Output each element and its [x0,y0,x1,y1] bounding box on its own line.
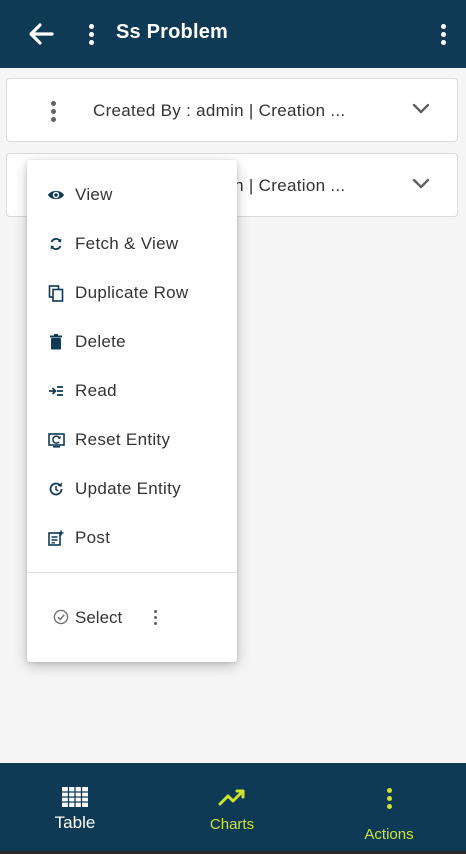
tab-label: Charts [209,816,255,833]
menu-item-delete[interactable]: Delete [27,320,237,364]
menu-item-label: Fetch & View [75,234,179,253]
menu-item-post[interactable]: Post [27,516,237,560]
select-button[interactable]: Select [75,608,122,628]
menu-item-label: Duplicate Row [75,283,189,302]
app-bar: Ss Problem [0,0,466,68]
tab-label: Actions [364,826,414,843]
check-circle-icon[interactable] [53,609,69,625]
menu-item-label: Reset Entity [75,430,171,449]
menu-item-view[interactable]: View [27,173,237,217]
row-context-menu: View Fetch & View Duplicate Row Delete R… [27,160,237,662]
tab-actions[interactable]: Actions [349,763,429,854]
eye-icon [47,186,65,204]
row-summary: Created By : admin | Creation ... [93,101,346,120]
more-vertical-icon[interactable] [436,20,450,48]
page-title: Ss Problem [116,21,229,43]
bottom-nav: Table Charts Actions [0,763,466,854]
menu-item-duplicate-row[interactable]: Duplicate Row [27,271,237,315]
menu-item-label: View [75,185,113,204]
more-vertical-icon [384,785,394,811]
menu-item-label: Update Entity [75,479,181,498]
tab-charts[interactable]: Charts [192,763,272,854]
read-icon [47,382,65,400]
tab-label: Table [54,813,96,832]
menu-item-label: Read [75,381,117,400]
more-vertical-icon[interactable] [84,20,98,48]
line-chart-icon [218,787,246,812]
reset-icon [47,431,65,449]
tab-table[interactable]: Table [34,763,116,854]
menu-divider [27,572,237,573]
menu-item-update-entity[interactable]: Update Entity [27,467,237,511]
post-icon [47,529,65,547]
refresh-icon [47,235,65,253]
row-menu-icon[interactable] [47,97,59,125]
more-vertical-icon[interactable] [151,604,159,630]
menu-item-read[interactable]: Read [27,369,237,413]
trash-icon [47,333,65,351]
chevron-down-icon[interactable] [411,174,431,194]
arrow-left-icon[interactable] [26,20,56,48]
menu-item-label: Post [75,528,111,547]
menu-item-reset-entity[interactable]: Reset Entity [27,418,237,462]
list-item[interactable]: Created By : admin | Creation ... [6,78,458,142]
copy-icon [47,284,65,302]
chevron-down-icon[interactable] [411,99,431,119]
update-icon [47,480,65,498]
grid-icon [62,787,88,812]
menu-item-label: Delete [75,332,126,351]
menu-item-fetch-view[interactable]: Fetch & View [27,222,237,266]
select-row: Select [27,596,237,640]
